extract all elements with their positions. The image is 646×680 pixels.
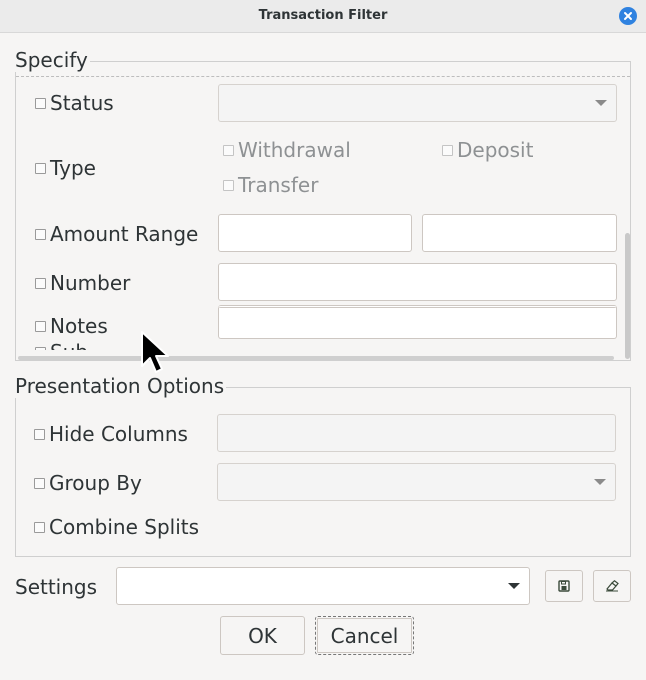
close-icon [624, 12, 632, 20]
notes-checkbox-row[interactable]: Notes [35, 314, 108, 338]
status-checkbox-row[interactable]: Status [35, 91, 114, 115]
clipped-row: Sub... [35, 340, 135, 350]
group-by-combo[interactable] [217, 463, 616, 501]
hide-columns-checkbox[interactable] [34, 428, 45, 440]
number-input[interactable] [218, 263, 617, 301]
save-icon [558, 580, 570, 592]
amount-min-input[interactable] [218, 214, 412, 252]
type-label: Type [50, 156, 96, 180]
clipped-checkbox[interactable] [35, 346, 46, 350]
combine-splits-row[interactable]: Combine Splits [34, 515, 199, 539]
notes-checkbox[interactable] [35, 320, 46, 332]
mouse-pointer-icon [140, 330, 174, 378]
status-checkbox[interactable] [35, 97, 46, 109]
withdrawal-checkbox[interactable] [223, 144, 234, 156]
transfer-checkbox[interactable] [223, 179, 234, 191]
cancel-button[interactable]: Cancel [315, 616, 414, 655]
eraser-icon [606, 580, 619, 592]
hide-columns-label: Hide Columns [49, 422, 188, 446]
notes-label: Notes [50, 314, 108, 338]
number-label: Number [50, 271, 131, 295]
chevron-down-icon [594, 479, 606, 485]
scroll-divider [16, 76, 630, 77]
combine-splits-label: Combine Splits [49, 515, 200, 539]
group-by-row[interactable]: Group By [34, 471, 142, 495]
withdrawal-label: Withdrawal [238, 138, 351, 162]
save-settings-button[interactable] [545, 570, 583, 602]
clear-settings-button[interactable] [593, 570, 631, 602]
amount-max-input[interactable] [422, 214, 617, 252]
group-by-label: Group By [49, 471, 142, 495]
notes-input[interactable] [218, 305, 617, 339]
settings-combo[interactable] [116, 567, 530, 605]
chevron-down-icon [508, 583, 520, 589]
type-withdrawal-row[interactable]: Withdrawal [223, 138, 351, 162]
amount-label: Amount Range [50, 222, 199, 246]
window-title: Transaction Filter [258, 8, 388, 23]
presentation-legend: Presentation Options [15, 374, 227, 398]
chevron-down-icon [595, 100, 607, 106]
type-checkbox-row[interactable]: Type [35, 156, 96, 180]
type-transfer-row[interactable]: Transfer [223, 173, 318, 197]
hide-columns-row[interactable]: Hide Columns [34, 422, 188, 446]
title-bar: Transaction Filter [0, 0, 646, 33]
clipped-label: Sub... [50, 340, 107, 350]
specify-legend: Specify [15, 48, 90, 72]
number-checkbox[interactable] [35, 277, 46, 289]
deposit-checkbox[interactable] [442, 144, 453, 156]
status-label: Status [50, 91, 114, 115]
deposit-label: Deposit [457, 138, 534, 162]
ok-button[interactable]: OK [220, 616, 305, 655]
transfer-label: Transfer [238, 173, 319, 197]
number-checkbox-row[interactable]: Number [35, 271, 130, 295]
amount-checkbox-row[interactable]: Amount Range [35, 222, 198, 246]
status-combo[interactable] [218, 84, 617, 122]
vertical-scrollbar[interactable] [625, 233, 630, 359]
amount-checkbox[interactable] [35, 228, 46, 240]
hide-columns-input[interactable] [217, 414, 616, 452]
horizontal-scrollbar[interactable] [18, 356, 614, 360]
close-button[interactable] [619, 7, 637, 25]
group-by-checkbox[interactable] [34, 477, 45, 489]
type-deposit-row[interactable]: Deposit [442, 138, 533, 162]
combine-splits-checkbox[interactable] [34, 521, 45, 533]
settings-label: Settings [15, 575, 98, 599]
type-checkbox[interactable] [35, 162, 46, 174]
